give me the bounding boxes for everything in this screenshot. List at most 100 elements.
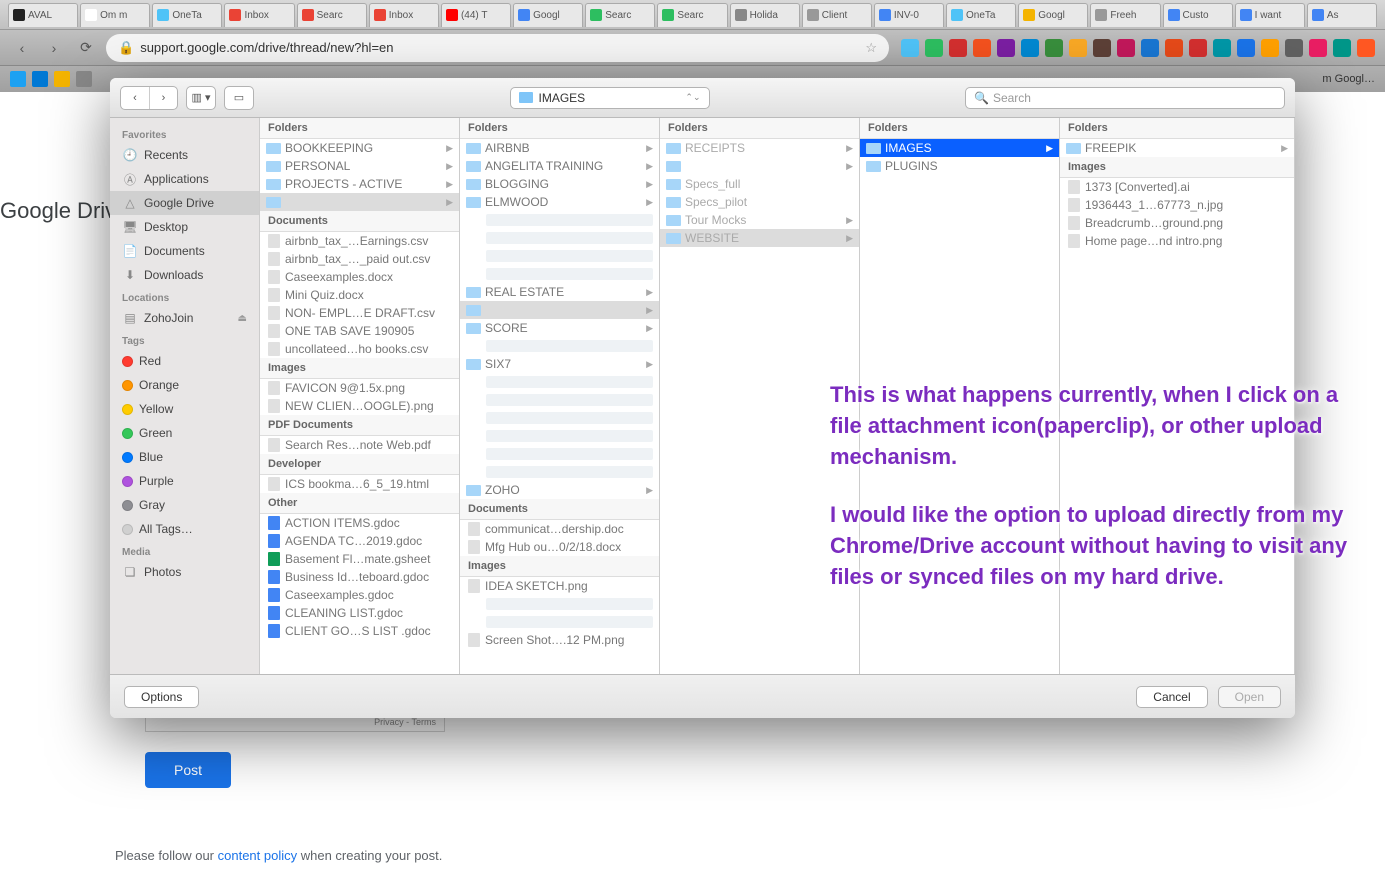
list-item[interactable]: BLOGGING▶ bbox=[460, 175, 659, 193]
list-item[interactable]: NEW CLIEN…OOGLE).png bbox=[260, 397, 459, 415]
list-item[interactable]: Screen Shot….12 PM.png bbox=[460, 631, 659, 649]
list-item[interactable]: Tour Mocks▶ bbox=[660, 211, 859, 229]
browser-tab[interactable]: Inbox bbox=[369, 3, 439, 27]
list-item[interactable]: ZOHO▶ bbox=[460, 481, 659, 499]
list-item[interactable]: Caseexamples.gdoc bbox=[260, 586, 459, 604]
list-item[interactable]: airbnb_tax_…_paid out.csv bbox=[260, 250, 459, 268]
list-item[interactable]: CLIENT GO…S LIST .gdoc bbox=[260, 622, 459, 640]
bookmark-icon[interactable] bbox=[32, 71, 48, 87]
group-by-button[interactable]: ▭ bbox=[225, 87, 253, 109]
browser-tab[interactable]: Googl bbox=[1018, 3, 1088, 27]
list-item[interactable]: FAVICON 9@1.5x.png bbox=[260, 379, 459, 397]
list-item[interactable]: Search Res…note Web.pdf bbox=[260, 436, 459, 454]
list-item[interactable]: ELMWOOD▶ bbox=[460, 193, 659, 211]
extension-icon[interactable] bbox=[1357, 39, 1375, 57]
url-bar[interactable]: 🔒 support.google.com/drive/thread/new?hl… bbox=[106, 34, 889, 62]
sidebar-item-recents[interactable]: 🕘Recents bbox=[110, 143, 259, 167]
list-item[interactable]: Specs_pilot bbox=[660, 193, 859, 211]
finder-column-5[interactable]: FoldersFREEPIK▶Images1373 [Converted].ai… bbox=[1060, 118, 1295, 674]
list-item[interactable]: PLUGINS bbox=[860, 157, 1059, 175]
list-item[interactable]: SCORE▶ bbox=[460, 319, 659, 337]
bookmark-icon[interactable] bbox=[76, 71, 92, 87]
list-item[interactable]: CLEANING LIST.gdoc bbox=[260, 604, 459, 622]
extension-icon[interactable] bbox=[1045, 39, 1063, 57]
content-policy-link[interactable]: content policy bbox=[218, 848, 298, 863]
sidebar-item-photos[interactable]: ❏Photos bbox=[110, 560, 259, 584]
extension-icon[interactable] bbox=[1069, 39, 1087, 57]
finder-column-4[interactable]: FoldersIMAGES▶PLUGINS bbox=[860, 118, 1060, 674]
sidebar-item-downloads[interactable]: ⬇Downloads bbox=[110, 263, 259, 287]
browser-tab[interactable]: Searc bbox=[657, 3, 727, 27]
forward-button[interactable]: › bbox=[42, 36, 66, 60]
list-item[interactable]: AGENDA TC…2019.gdoc bbox=[260, 532, 459, 550]
extension-icon[interactable] bbox=[1189, 39, 1207, 57]
list-item[interactable]: WEBSITE▶ bbox=[660, 229, 859, 247]
browser-tab[interactable]: AVAL bbox=[8, 3, 78, 27]
extension-icon[interactable] bbox=[973, 39, 991, 57]
extension-icon[interactable] bbox=[1093, 39, 1111, 57]
list-item[interactable]: IDEA SKETCH.png bbox=[460, 577, 659, 595]
finder-column-1[interactable]: FoldersBOOKKEEPING▶PERSONAL▶PROJECTS - A… bbox=[260, 118, 460, 674]
browser-tab[interactable]: Searc bbox=[297, 3, 367, 27]
extension-icon[interactable] bbox=[1237, 39, 1255, 57]
browser-tab[interactable]: OneTa bbox=[152, 3, 222, 27]
sidebar-item-desktop[interactable]: 🖥Desktop bbox=[110, 215, 259, 239]
bookmark-icon[interactable] bbox=[10, 71, 26, 87]
sidebar-tag-blue[interactable]: Blue bbox=[110, 445, 259, 469]
sidebar-tag-yellow[interactable]: Yellow bbox=[110, 397, 259, 421]
extension-icon[interactable] bbox=[1213, 39, 1231, 57]
bookmark-star-icon[interactable]: ☆ bbox=[865, 40, 877, 56]
browser-tab[interactable]: As bbox=[1307, 3, 1377, 27]
extension-icon[interactable] bbox=[901, 39, 919, 57]
list-item[interactable]: FREEPIK▶ bbox=[1060, 139, 1294, 157]
sidebar-tag-red[interactable]: Red bbox=[110, 349, 259, 373]
list-item[interactable]: PROJECTS - ACTIVE▶ bbox=[260, 175, 459, 193]
extension-icon[interactable] bbox=[1333, 39, 1351, 57]
list-item[interactable]: Home page…nd intro.png bbox=[1060, 232, 1294, 250]
list-item[interactable]: uncollateed…ho books.csv bbox=[260, 340, 459, 358]
sidebar-item-applications[interactable]: ⒶApplications bbox=[110, 167, 259, 191]
bookmark-right-label[interactable]: m Googl… bbox=[1322, 73, 1375, 85]
list-item[interactable]: Mini Quiz.docx bbox=[260, 286, 459, 304]
list-item[interactable]: Breadcrumb…ground.png bbox=[1060, 214, 1294, 232]
list-item[interactable]: Business Id…teboard.gdoc bbox=[260, 568, 459, 586]
open-button[interactable]: Open bbox=[1218, 686, 1281, 708]
browser-tab[interactable]: Searc bbox=[585, 3, 655, 27]
list-item[interactable]: NON- EMPL…E DRAFT.csv bbox=[260, 304, 459, 322]
list-item[interactable]: 1936443_1…67773_n.jpg bbox=[1060, 196, 1294, 214]
list-item[interactable]: SIX7▶ bbox=[460, 355, 659, 373]
list-item[interactable]: Specs_full bbox=[660, 175, 859, 193]
sidebar-tag-purple[interactable]: Purple bbox=[110, 469, 259, 493]
list-item[interactable]: ICS bookma…6_5_19.html bbox=[260, 475, 459, 493]
extension-icon[interactable] bbox=[997, 39, 1015, 57]
sidebar-item-zohojoin[interactable]: ▤ZohoJoin⏏ bbox=[110, 306, 259, 330]
list-item[interactable]: ONE TAB SAVE 190905 bbox=[260, 322, 459, 340]
list-item[interactable]: ▶ bbox=[260, 193, 459, 211]
list-item[interactable]: ACTION ITEMS.gdoc bbox=[260, 514, 459, 532]
extension-icon[interactable] bbox=[1021, 39, 1039, 57]
browser-tab[interactable]: I want bbox=[1235, 3, 1305, 27]
browser-tab[interactable]: (44) T bbox=[441, 3, 511, 27]
list-item[interactable]: ANGELITA TRAINING▶ bbox=[460, 157, 659, 175]
reload-button[interactable]: ⟳ bbox=[74, 36, 98, 60]
list-item[interactable]: Mfg Hub ou…0/2/18.docx bbox=[460, 538, 659, 556]
options-button[interactable]: Options bbox=[124, 686, 199, 708]
list-item[interactable]: AIRBNB▶ bbox=[460, 139, 659, 157]
browser-tab[interactable]: OneTa bbox=[946, 3, 1016, 27]
extension-icon[interactable] bbox=[1309, 39, 1327, 57]
browser-tab[interactable]: Freeh bbox=[1090, 3, 1160, 27]
list-item[interactable]: Caseexamples.docx bbox=[260, 268, 459, 286]
browser-tab[interactable]: Custo bbox=[1163, 3, 1233, 27]
sidebar-tag-green[interactable]: Green bbox=[110, 421, 259, 445]
browser-tab[interactable]: Holida bbox=[730, 3, 800, 27]
path-dropdown[interactable]: IMAGES ⌃⌄ bbox=[510, 87, 710, 109]
list-item[interactable]: PERSONAL▶ bbox=[260, 157, 459, 175]
post-button[interactable]: Post bbox=[145, 752, 231, 788]
sidebar-tag-orange[interactable]: Orange bbox=[110, 373, 259, 397]
bookmark-icon[interactable] bbox=[54, 71, 70, 87]
back-button[interactable]: ‹ bbox=[10, 36, 34, 60]
extension-icon[interactable] bbox=[1261, 39, 1279, 57]
list-item[interactable]: REAL ESTATE▶ bbox=[460, 283, 659, 301]
finder-column-3[interactable]: FoldersRECEIPTS▶▶Specs_fullSpecs_pilotTo… bbox=[660, 118, 860, 674]
extension-icon[interactable] bbox=[925, 39, 943, 57]
